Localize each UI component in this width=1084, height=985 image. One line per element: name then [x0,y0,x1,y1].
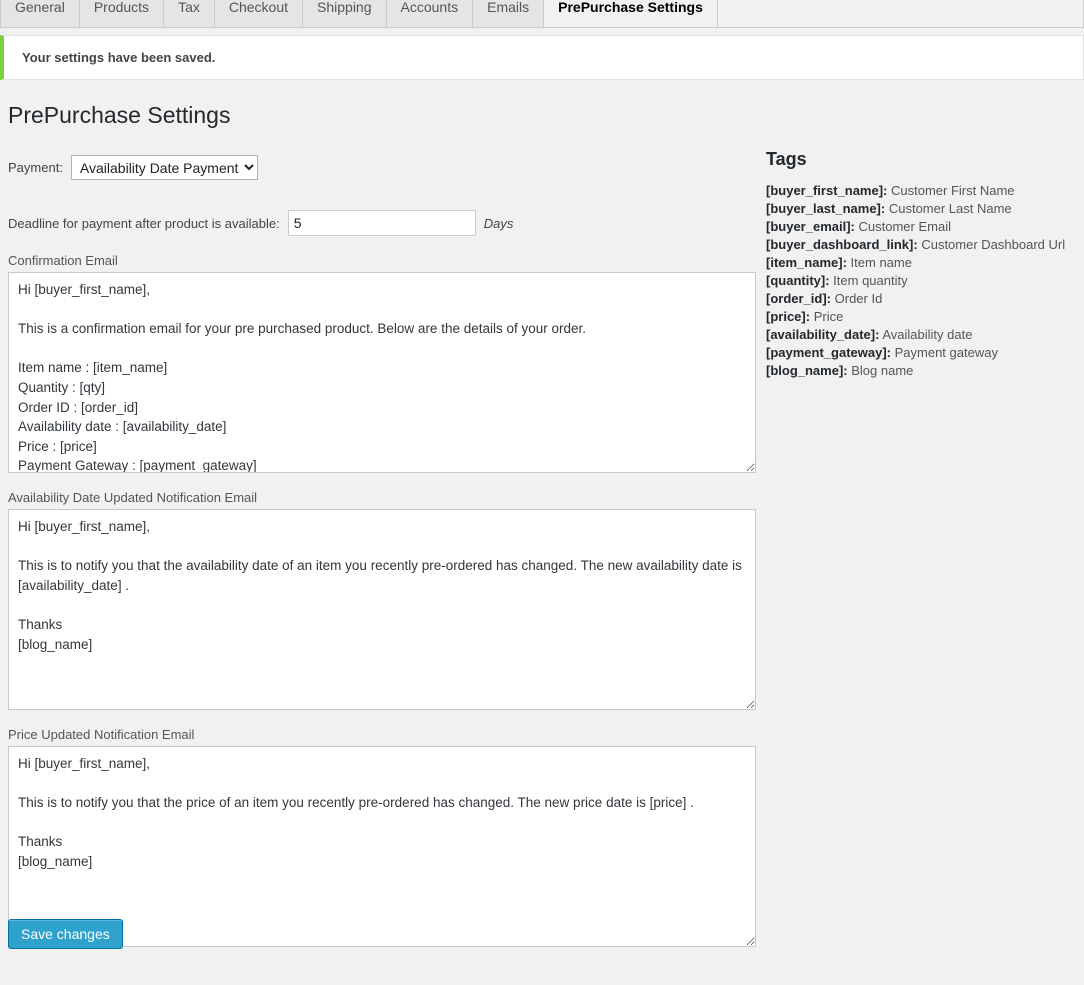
tag-desc: Item quantity [833,273,908,288]
tab-shipping[interactable]: Shipping [303,0,387,27]
tag-key: [order_id]: [766,291,831,306]
availability-email-label: Availability Date Updated Notification E… [8,490,258,505]
tag-key: [availability_date]: [766,327,880,342]
list-item: [payment_gateway]: Payment gateway [766,344,1084,362]
tab-accounts[interactable]: Accounts [386,0,474,27]
tab-checkout[interactable]: Checkout [214,0,304,27]
tag-desc: Customer Dashboard Url [921,237,1066,252]
tab-bar-filler [717,0,1084,27]
tag-key: [price]: [766,309,811,324]
tags-title: Tags [766,149,807,169]
tag-desc: Payment gateway [894,345,998,360]
deadline-row: Deadline for payment after product is av… [8,210,756,236]
tag-key: [quantity]: [766,273,830,288]
list-item: [item_name]: Item name [766,254,1084,272]
tag-desc: Customer Last Name [888,201,1012,216]
payment-label: Payment: [8,160,63,175]
tag-key: [buyer_dashboard_link]: [766,237,918,252]
list-item: [buyer_last_name]: Customer Last Name [766,200,1084,218]
tag-desc: Availability date [882,327,973,342]
tag-key: [buyer_first_name]: [766,183,888,198]
payment-select[interactable]: Availability Date Payment [70,155,258,180]
tab-general[interactable]: General [0,0,80,27]
price-email-label: Price Updated Notification Email [8,727,195,742]
tab-products[interactable]: Products [79,0,165,27]
tag-key: [item_name]: [766,255,847,270]
list-item: [buyer_first_name]: Customer First Name [766,182,1084,200]
tab-tax[interactable]: Tax [164,0,215,27]
settings-tab-bar: General Products Tax Checkout Shipping A… [0,0,1084,28]
notice-message: Your settings have been saved. [22,50,216,65]
payment-row: Payment: Availability Date Payment [8,155,756,180]
tag-desc: Item name [850,255,912,270]
list-item: [buyer_dashboard_link]: Customer Dashboa… [766,236,1084,254]
list-item: [order_id]: Order Id [766,290,1084,308]
deadline-label: Deadline for payment after product is av… [8,215,280,231]
list-item: [availability_date]: Availability date [766,326,1084,344]
availability-date-updated-email-textarea[interactable] [8,509,756,710]
tag-key: [blog_name]: [766,363,848,378]
settings-saved-notice: Your settings have been saved. [0,35,1084,80]
tag-key: [buyer_last_name]: [766,201,886,216]
page-title: PrePurchase Settings [8,102,231,128]
tab-emails[interactable]: Emails [473,0,545,27]
tag-desc: Price [813,309,844,324]
list-item: [price]: Price [766,308,1084,326]
tag-desc: Customer Email [858,219,951,234]
save-changes-button[interactable]: Save changes [8,919,123,949]
tag-desc: Order Id [834,291,883,306]
confirmation-email-label: Confirmation Email [8,253,118,268]
list-item: [quantity]: Item quantity [766,272,1084,290]
tag-key: [buyer_email]: [766,219,855,234]
tag-key: [payment_gateway]: [766,345,891,360]
deadline-unit-label: Days [483,215,514,231]
list-item: [buyer_email]: Customer Email [766,218,1084,236]
tag-desc: Customer First Name [891,183,1015,198]
deadline-days-input[interactable] [287,210,476,236]
tab-prepurchase-settings[interactable]: PrePurchase Settings [544,0,718,27]
price-updated-email-textarea[interactable] [8,746,756,947]
confirmation-email-textarea[interactable] [8,272,756,473]
tag-desc: Blog name [851,363,914,378]
tags-panel: Tags [buyer_first_name]: Customer First … [766,148,1084,380]
list-item: [blog_name]: Blog name [766,362,1084,380]
prepurchase-settings-form: Payment: Availability Date Payment Deadl… [8,155,756,947]
tags-list: [buyer_first_name]: Customer First Name … [766,182,1084,380]
